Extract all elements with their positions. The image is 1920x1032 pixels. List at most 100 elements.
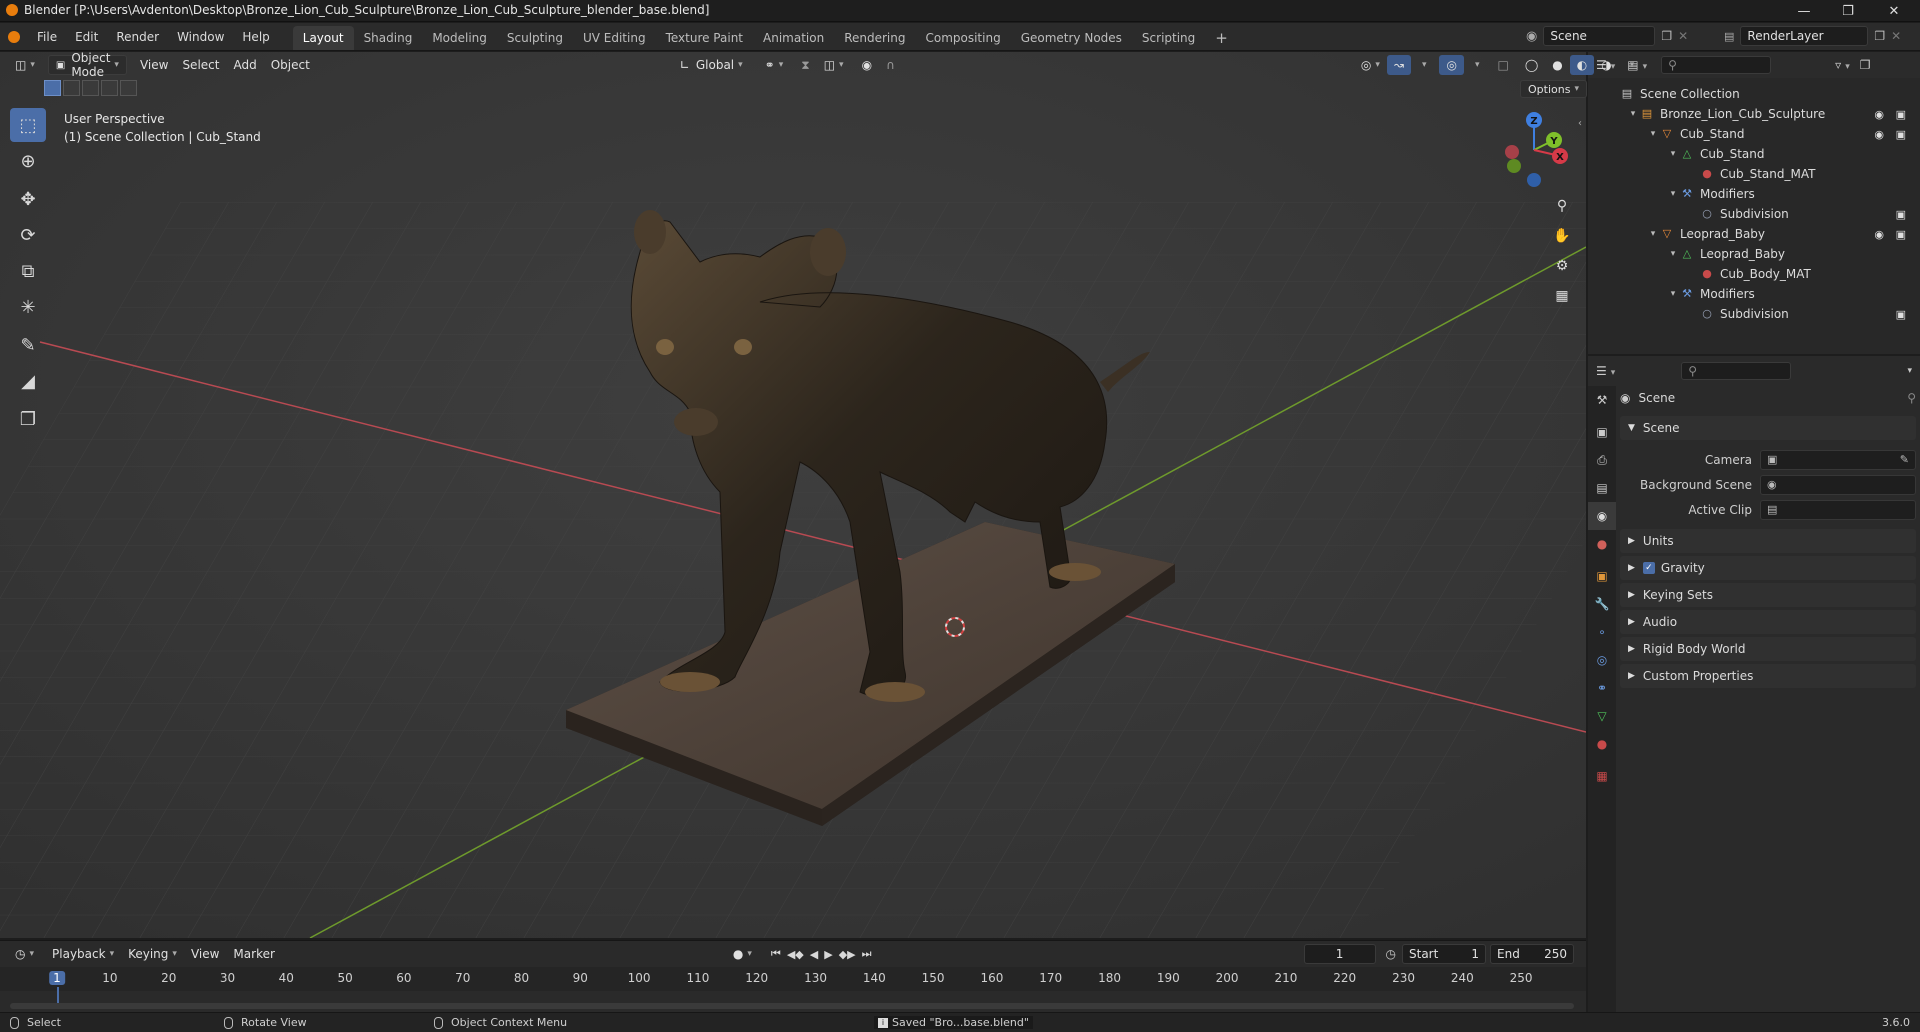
view-layer-icon[interactable]: ▤	[1724, 30, 1734, 43]
viewport-menu-view[interactable]: View	[133, 55, 175, 75]
navigation-gizmo[interactable]: Z Y X	[1496, 108, 1576, 188]
panel-audio[interactable]: ▶ Audio	[1620, 610, 1916, 634]
eyedropper-icon[interactable]: ✎	[1900, 453, 1909, 466]
eye-icon[interactable]: ◉	[1874, 228, 1884, 241]
maximize-icon[interactable]: ❐	[1826, 0, 1870, 22]
xray-icon[interactable]: □	[1490, 55, 1515, 75]
proportional-edit-icon[interactable]: ◉	[855, 55, 879, 75]
annotate-tool-icon[interactable]: ✎	[10, 328, 46, 362]
tab-uv-editing[interactable]: UV Editing	[573, 26, 656, 50]
next-keyframe-icon[interactable]: ◆▶	[839, 948, 856, 961]
viewport-menu-object[interactable]: Object	[264, 55, 317, 75]
timeline-menu-keying[interactable]: Keying ▾	[121, 944, 184, 964]
material-tab-icon[interactable]: ●	[1588, 730, 1616, 758]
gizmo-toggle-icon[interactable]: ↝	[1386, 55, 1411, 75]
record-icon[interactable]: ● ▾	[726, 944, 759, 964]
ortho-toggle-icon[interactable]: ▦	[1548, 282, 1576, 310]
rendered-shading-icon[interactable]: ◑	[1594, 55, 1618, 75]
scale-tool-icon[interactable]: ⧉	[10, 254, 46, 288]
viewport-menu-select[interactable]: Select	[175, 55, 226, 75]
scene-icon[interactable]: ◉	[1526, 29, 1537, 44]
new-scene-icon[interactable]: ❐	[1661, 29, 1672, 43]
menu-render[interactable]: Render	[107, 23, 168, 51]
render-camera-icon[interactable]: ▣	[1896, 308, 1906, 321]
outliner-row[interactable]: ▾ ⚒ Modifiers	[1588, 284, 1920, 304]
select-invert-icon[interactable]	[101, 80, 118, 96]
timeline-menu-marker[interactable]: Marker	[226, 944, 281, 964]
new-view-layer-icon[interactable]: ❐	[1874, 29, 1885, 43]
panel-custom-properties[interactable]: ▶ Custom Properties	[1620, 664, 1916, 688]
disclosure-triangle-icon[interactable]: ▾	[1626, 109, 1640, 119]
new-collection-icon[interactable]: ❐	[1860, 58, 1871, 72]
tab-modeling[interactable]: Modeling	[422, 26, 497, 50]
texture-tab-icon[interactable]: ▦	[1588, 762, 1616, 790]
wireframe-shading-icon[interactable]: ◯	[1518, 55, 1545, 75]
tool-tab-icon[interactable]: ⚒	[1588, 386, 1616, 414]
current-frame-field[interactable]: 1	[1303, 944, 1376, 964]
eye-icon[interactable]: ◉	[1874, 108, 1884, 121]
filter-icon[interactable]: ▿ ▾	[1835, 58, 1850, 72]
panel-units[interactable]: ▶ Units	[1620, 529, 1916, 553]
measure-tool-icon[interactable]: ◢	[10, 364, 46, 398]
material-shading-icon[interactable]: ◐	[1569, 55, 1595, 75]
add-workspace-icon[interactable]: +	[1205, 26, 1238, 50]
outliner-row[interactable]: ▾ ▤ Bronze_Lion_Cub_Sculpture ◉ ▣	[1588, 104, 1920, 124]
outliner-row[interactable]: ▾ △ Cub_Stand	[1588, 144, 1920, 164]
minimize-icon[interactable]: —	[1782, 0, 1826, 22]
tab-compositing[interactable]: Compositing	[915, 26, 1010, 50]
active-clip-field[interactable]: ▤	[1760, 499, 1916, 520]
scene-tab-icon[interactable]: ◉	[1588, 502, 1616, 530]
timeline-menu-view[interactable]: View	[184, 944, 226, 964]
panel-rigid-body-world[interactable]: ▶ Rigid Body World	[1620, 637, 1916, 661]
select-subtract-icon[interactable]	[82, 80, 99, 96]
rotate-tool-icon[interactable]: ⟳	[10, 218, 46, 252]
disclosure-triangle-icon[interactable]: ▾	[1666, 189, 1680, 199]
disclosure-triangle-icon[interactable]: ▾	[1646, 129, 1660, 139]
menu-edit[interactable]: Edit	[66, 23, 107, 51]
editor-type-icon[interactable]: ◫ ▾	[8, 55, 42, 75]
blender-menu-icon[interactable]	[0, 23, 28, 51]
add-cube-tool-icon[interactable]: ❐	[10, 402, 46, 436]
move-tool-icon[interactable]: ✥	[10, 182, 46, 216]
tab-shading[interactable]: Shading	[354, 26, 423, 50]
render-camera-icon[interactable]: ▣	[1896, 108, 1906, 121]
render-camera-icon[interactable]: ▣	[1896, 208, 1906, 221]
play-icon[interactable]: ▶	[824, 948, 832, 961]
properties-options-icon[interactable]: ▾	[1907, 366, 1912, 376]
jump-start-icon[interactable]: ⏮	[771, 947, 781, 961]
tab-animation[interactable]: Animation	[753, 26, 834, 50]
outliner-row[interactable]: ● Cub_Stand_MAT	[1588, 164, 1920, 184]
disclosure-triangle-icon[interactable]: ▾	[1666, 249, 1680, 259]
gravity-checkbox[interactable]: ✓	[1642, 562, 1655, 574]
start-frame-field[interactable]: Start 1	[1402, 944, 1486, 964]
transform-tool-icon[interactable]: ✳	[10, 290, 46, 324]
disclosure-triangle-icon[interactable]: ▾	[1666, 289, 1680, 299]
gizmo-dropdown-icon[interactable]: ▾	[1411, 55, 1434, 75]
transform-orientation-dropdown[interactable]: ∟ Global ▾	[673, 55, 750, 75]
neg-y-axis-handle[interactable]	[1507, 159, 1521, 173]
pan-hand-icon[interactable]: ✋	[1548, 222, 1576, 250]
overlays-icon[interactable]: ◎	[1439, 55, 1464, 75]
menu-window[interactable]: Window	[168, 23, 233, 51]
physics-tab-icon[interactable]: ◎	[1588, 646, 1616, 674]
tab-geometry-nodes[interactable]: Geometry Nodes	[1011, 26, 1132, 50]
viewport-menu-add[interactable]: Add	[226, 55, 263, 75]
neg-z-axis-handle[interactable]	[1527, 173, 1541, 187]
tab-layout[interactable]: Layout	[292, 25, 354, 50]
outliner-row[interactable]: ▾ ▽ Cub_Stand ◉ ▣	[1588, 124, 1920, 144]
scene-selector[interactable]: Scene	[1543, 26, 1656, 46]
outliner-row[interactable]: ▾ ⚒ Modifiers	[1588, 184, 1920, 204]
select-extend-icon[interactable]	[63, 80, 80, 96]
disclosure-triangle-icon[interactable]: ▾	[1646, 229, 1660, 239]
clock-icon[interactable]: ◷	[1386, 947, 1396, 961]
end-frame-field[interactable]: End 250	[1490, 944, 1574, 964]
options-button[interactable]: Options ▾	[1520, 80, 1587, 98]
jump-end-icon[interactable]: ⏭	[862, 947, 872, 961]
panel-keying-sets[interactable]: ▶ Keying Sets	[1620, 583, 1916, 607]
outliner-search-input[interactable]: ⚲	[1661, 56, 1772, 74]
timeline-menu-playback[interactable]: Playback ▾	[45, 944, 121, 964]
render-camera-icon[interactable]: ▣	[1896, 228, 1906, 241]
collapse-sidebar-icon[interactable]: ‹	[1578, 118, 1582, 129]
pin-icon[interactable]: ⚲	[1907, 391, 1916, 405]
pivot-point-icon[interactable]: ⚭ ▾	[758, 55, 791, 75]
